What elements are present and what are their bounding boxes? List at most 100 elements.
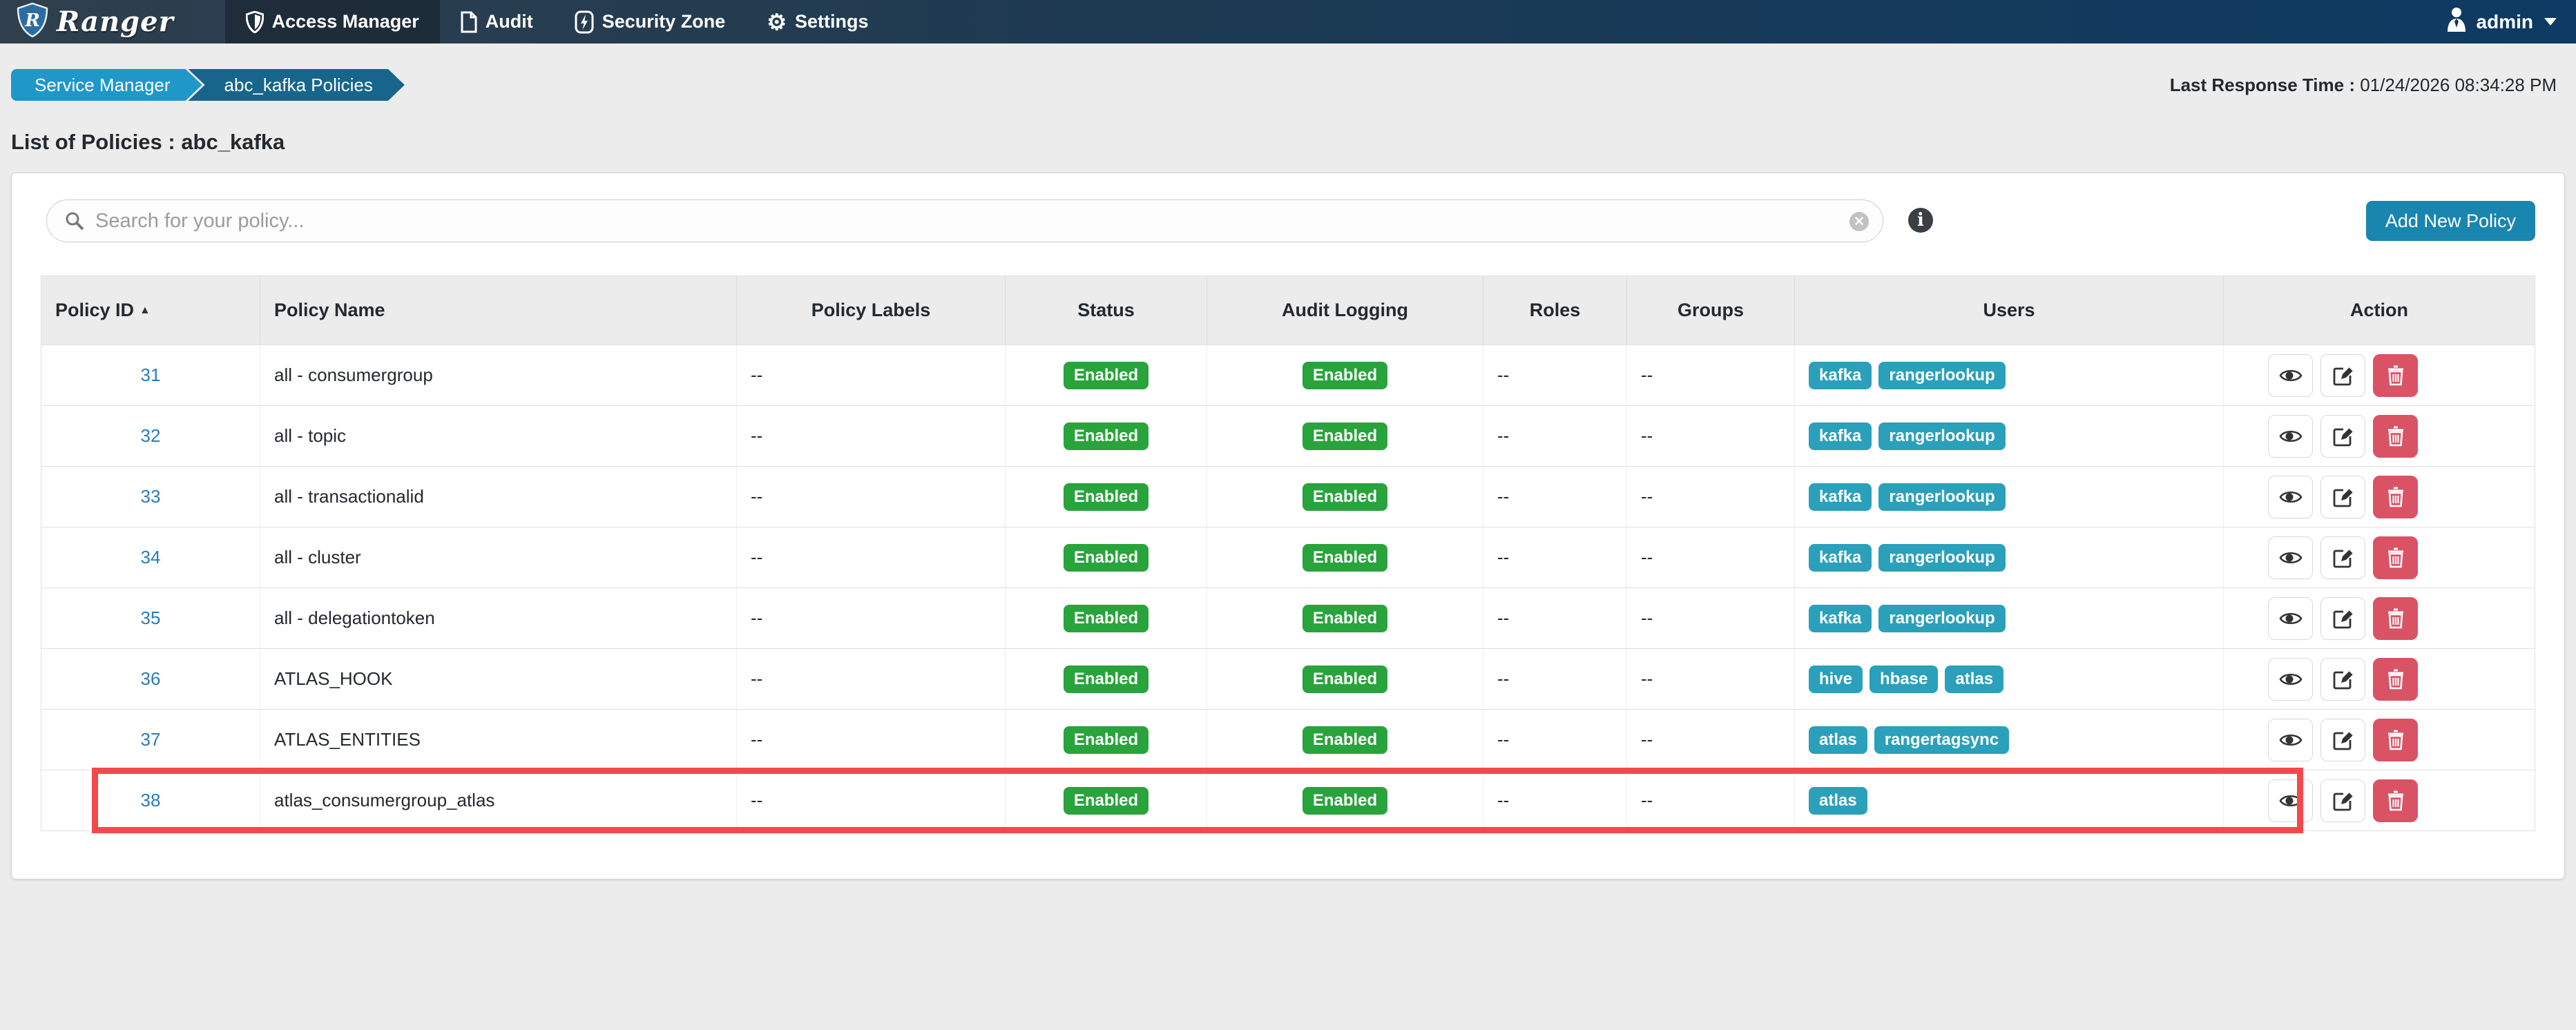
action-buttons [2224,354,2535,397]
policy-id-cell: 32 [41,406,260,466]
view-policy-button[interactable] [2268,476,2313,518]
trash-icon [2387,790,2405,811]
eye-icon [2279,428,2303,445]
delete-policy-button[interactable] [2373,719,2418,761]
search-input[interactable] [94,209,1844,233]
policy-id-cell: 36 [41,649,260,709]
action-buttons [2224,415,2535,458]
delete-policy-button[interactable] [2373,597,2418,640]
view-policy-button[interactable] [2268,597,2313,640]
policy-id-link[interactable]: 35 [141,608,161,629]
action-buttons [2224,779,2535,822]
nav-item-security-zone[interactable]: Security Zone [554,0,747,43]
edit-policy-button[interactable] [2320,779,2365,822]
edit-icon [2333,365,2354,386]
policy-id-link[interactable]: 31 [141,365,161,386]
trash-icon [2387,365,2405,386]
column-header-policy-id[interactable]: Policy ID ▲ [41,276,260,344]
action-buttons [2224,719,2535,761]
view-policy-button[interactable] [2268,658,2313,701]
user-badge: hbase [1869,665,1938,693]
eye-icon [2279,367,2303,384]
trash-icon [2387,426,2405,447]
roles-cell: -- [1483,649,1627,709]
groups-cell: -- [1627,649,1795,709]
status-badge: Enabled [1064,483,1148,511]
edit-icon [2333,426,2354,447]
view-policy-button[interactable] [2268,536,2313,579]
breadcrumb-service-manager[interactable]: Service Manager [11,69,202,101]
status-cell: Enabled [1006,467,1207,527]
status-cell: Enabled [1006,649,1207,709]
column-header-label: Status [1077,300,1135,321]
delete-policy-button[interactable] [2373,476,2418,518]
edit-icon [2333,790,2354,811]
clear-icon[interactable]: ✕ [1849,212,1869,231]
nav-item-label: Audit [486,11,533,32]
view-policy-button[interactable] [2268,779,2313,822]
nav-item-label: Access Manager [272,11,419,32]
edit-policy-button[interactable] [2320,719,2365,761]
search-icon [65,211,84,231]
roles-cell: -- [1483,770,1627,830]
policy-id-link[interactable]: 33 [141,486,161,507]
user-badge: rangerlookup [1878,605,2005,632]
delete-policy-button[interactable] [2373,779,2418,822]
delete-policy-button[interactable] [2373,354,2418,397]
edit-policy-button[interactable] [2320,415,2365,458]
column-header-policy-labels: Policy Labels [737,276,1006,344]
roles-cell: -- [1483,345,1627,405]
eye-icon [2279,793,2303,809]
edit-policy-button[interactable] [2320,597,2365,640]
policy-id-link[interactable]: 36 [141,668,161,690]
audit-logging-cell: Enabled [1207,770,1483,830]
audit-logging-cell: Enabled [1207,406,1483,466]
policy-id-link[interactable]: 34 [141,547,161,568]
users-cell: hivehbaseatlas [1795,649,2224,709]
policy-labels-cell: -- [737,770,1006,830]
edit-policy-button[interactable] [2320,476,2365,518]
breadcrumb-bar: Service Manager abc_kafka Policies Last … [0,69,2576,101]
policy-id-link[interactable]: 38 [141,790,161,811]
delete-policy-button[interactable] [2373,536,2418,579]
audit-logging-cell: Enabled [1207,467,1483,527]
audit-logging-cell: Enabled [1207,710,1483,770]
info-icon[interactable]: i [1908,208,1933,233]
delete-policy-button[interactable] [2373,415,2418,458]
policies-table: Policy ID ▲ Policy Name Policy Labels St… [41,275,2535,831]
trash-icon [2387,730,2405,750]
last-response-label: Last Response Time : [2170,75,2355,95]
user-menu[interactable]: admin [2425,0,2576,43]
view-policy-button[interactable] [2268,354,2313,397]
policies-card: ✕ i Add New Policy Policy ID ▲ Policy Na… [11,173,2565,880]
policy-id-link[interactable]: 32 [141,425,161,447]
edit-policy-button[interactable] [2320,658,2365,701]
nav-item-settings[interactable]: ⚙ Settings [746,0,889,43]
action-buttons [2224,597,2535,640]
nav-item-label: Settings [795,11,869,32]
eye-icon [2279,732,2303,748]
table-row: 32 all - topic -- Enabled Enabled -- -- … [41,405,2535,466]
action-buttons [2224,658,2535,701]
nav-item-access-manager[interactable]: Access Manager [225,0,440,43]
view-policy-button[interactable] [2268,719,2313,761]
breadcrumb-policies[interactable]: abc_kafka Policies [189,69,405,101]
status-cell: Enabled [1006,406,1207,466]
table-row: 35 all - delegationtoken -- Enabled Enab… [41,587,2535,648]
edit-policy-button[interactable] [2320,536,2365,579]
add-new-policy-button[interactable]: Add New Policy [2366,201,2535,241]
column-header-status: Status [1006,276,1207,344]
bolt-badge-icon [575,10,594,34]
nav-item-audit[interactable]: Audit [440,0,554,43]
ranger-logo-icon: R [17,3,48,41]
user-badge: rangerlookup [1878,422,2005,450]
top-navbar: R Ranger Access Manager Audit Security Z… [0,0,2576,43]
policy-id-link[interactable]: 37 [141,729,161,750]
delete-policy-button[interactable] [2373,658,2418,701]
eye-icon [2279,550,2303,566]
groups-cell: -- [1627,406,1795,466]
action-cell [2224,649,2535,709]
ranger-brand[interactable]: R Ranger [0,0,191,43]
edit-policy-button[interactable] [2320,354,2365,397]
view-policy-button[interactable] [2268,415,2313,458]
